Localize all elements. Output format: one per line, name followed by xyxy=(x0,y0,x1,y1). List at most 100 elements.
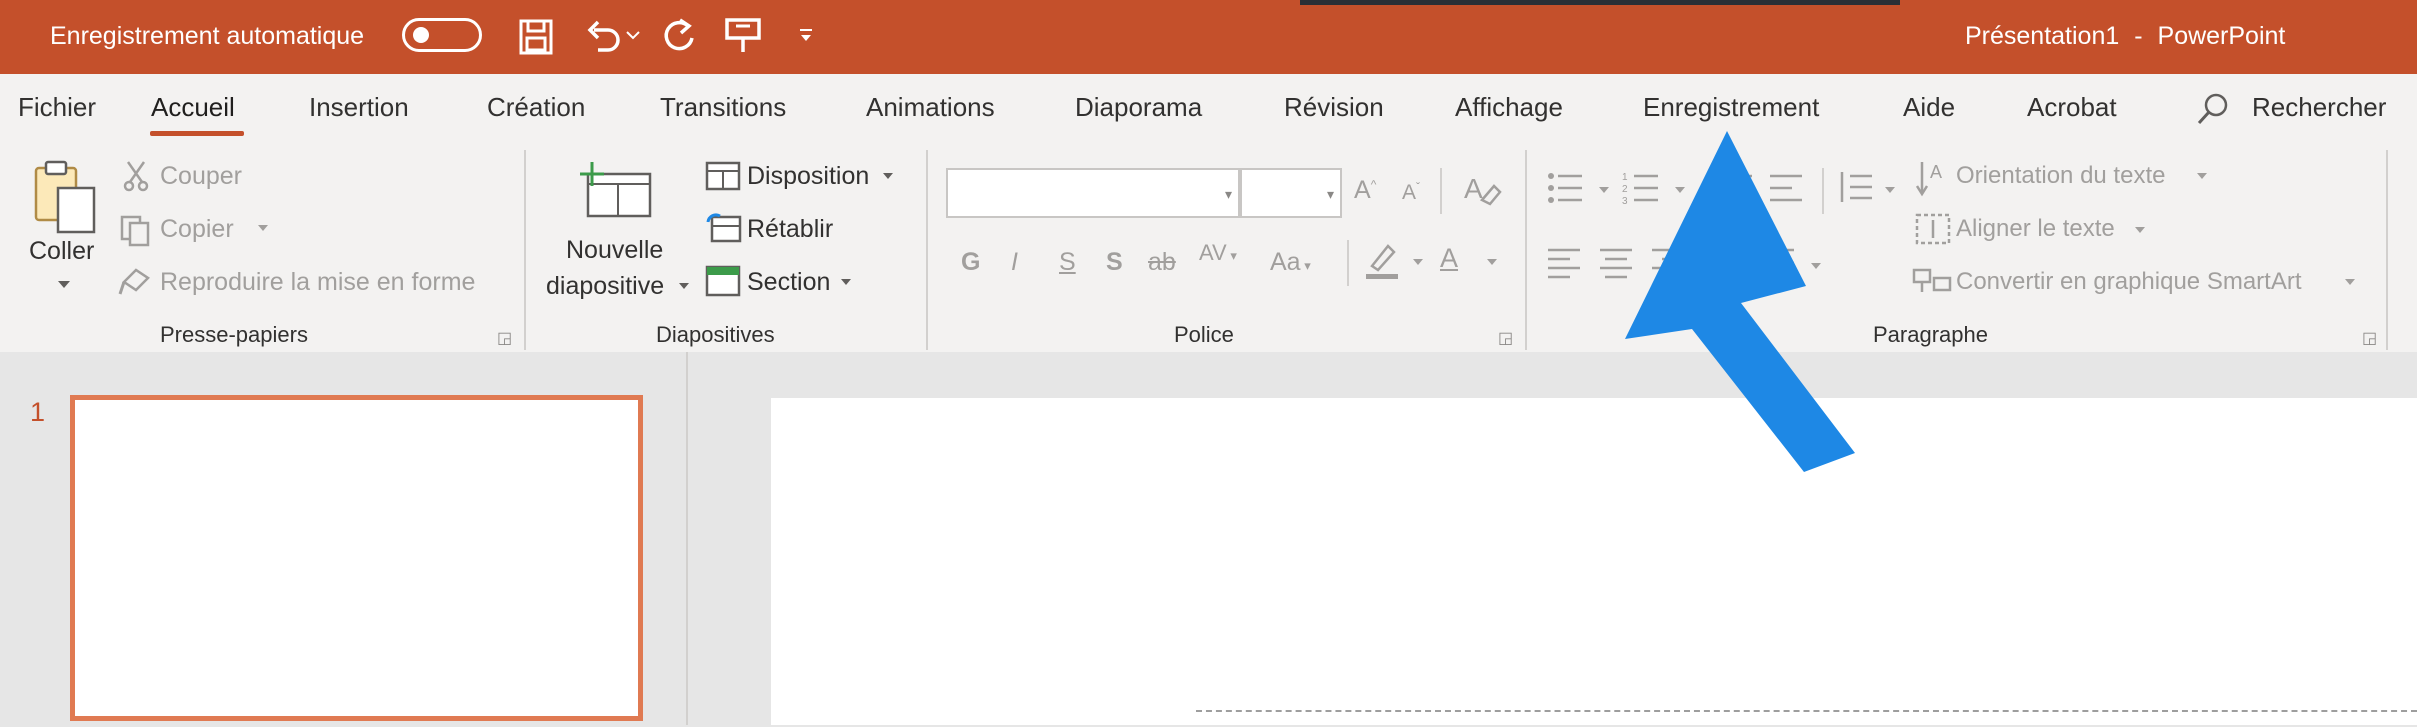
bold-button[interactable]: G xyxy=(961,248,980,277)
section-icon[interactable] xyxy=(704,264,742,298)
shrink-font-button[interactable]: Aˇ xyxy=(1402,180,1420,205)
tab-insertion[interactable]: Insertion xyxy=(309,92,409,123)
bullets-icon[interactable] xyxy=(1546,170,1586,206)
grow-font-button[interactable]: A^ xyxy=(1354,176,1376,205)
layout-icon[interactable] xyxy=(704,160,742,192)
cut-label[interactable]: Couper xyxy=(160,162,242,191)
redo-icon[interactable] xyxy=(660,16,700,56)
autosave-toggle[interactable] xyxy=(402,18,482,52)
char-spacing-button[interactable]: AV ▾ xyxy=(1199,240,1237,266)
document-title: Présentation1 xyxy=(1965,22,2120,50)
search-icon[interactable] xyxy=(2196,92,2230,126)
section-dropdown-icon[interactable] xyxy=(840,278,852,286)
tab-affichage[interactable]: Affichage xyxy=(1455,92,1563,123)
paste-icon[interactable] xyxy=(30,158,102,240)
reset-label[interactable]: Rétablir xyxy=(747,215,833,244)
current-slide[interactable] xyxy=(771,398,2417,725)
clipboard-launcher-icon[interactable]: ◲ xyxy=(497,328,512,348)
tab-revision[interactable]: Révision xyxy=(1284,92,1384,123)
svg-text:A: A xyxy=(1464,173,1483,204)
highlight-icon[interactable] xyxy=(1362,240,1402,280)
chevron-down-icon: ▾ xyxy=(1326,186,1334,202)
format-painter-icon[interactable] xyxy=(118,264,154,298)
new-slide-icon[interactable] xyxy=(578,160,654,218)
customize-icon[interactable] xyxy=(798,28,814,44)
align-text-icon[interactable] xyxy=(1914,212,1952,248)
group-label-slides: Diapositives xyxy=(656,322,775,347)
group-label-font: Police xyxy=(1174,322,1234,347)
italic-button[interactable]: I xyxy=(1011,248,1018,277)
font-launcher-icon[interactable]: ◲ xyxy=(1498,328,1513,348)
align-text-dropdown-icon[interactable] xyxy=(2134,226,2146,234)
layout-dropdown-icon[interactable] xyxy=(882,172,894,180)
tab-creation[interactable]: Création xyxy=(487,92,585,123)
title-bar: Enregistrement automatique Présentation1… xyxy=(0,0,2417,74)
save-icon[interactable] xyxy=(518,18,554,56)
grow-font-label: A xyxy=(1354,176,1371,204)
strikethrough-button[interactable]: ab xyxy=(1148,248,1176,277)
highlight-dropdown-icon[interactable] xyxy=(1412,258,1424,266)
tab-animations[interactable]: Animations xyxy=(866,92,995,123)
char-spacing-label: AV xyxy=(1199,240,1227,265)
font-name-combo[interactable]: ▾ xyxy=(946,168,1240,218)
format-painter-label[interactable]: Reproduire la mise en forme xyxy=(160,268,475,297)
tab-aide[interactable]: Aide xyxy=(1903,92,1955,123)
font-color-dropdown-icon[interactable] xyxy=(1486,258,1498,266)
autosave-label: Enregistrement automatique xyxy=(50,22,365,50)
copy-dropdown-icon[interactable] xyxy=(257,224,269,232)
smartart-dropdown-icon[interactable] xyxy=(2344,278,2356,286)
copy-label[interactable]: Copier xyxy=(160,215,234,244)
layout-label[interactable]: Disposition xyxy=(747,162,869,191)
window-edge-strip xyxy=(1300,0,1900,5)
tab-diaporama[interactable]: Diaporama xyxy=(1075,92,1202,123)
search-label[interactable]: Rechercher xyxy=(2252,92,2386,123)
smartart-icon[interactable] xyxy=(1912,266,1954,298)
undo-dropdown-icon[interactable] xyxy=(626,30,640,40)
paste-label[interactable]: Coller xyxy=(29,237,94,266)
text-direction-icon[interactable]: A xyxy=(1916,158,1952,198)
title-separator: - xyxy=(2134,22,2143,50)
group-separator xyxy=(1525,150,1527,350)
shadow-button[interactable]: S xyxy=(1106,248,1123,277)
group-label-clipboard: Presse-papiers xyxy=(160,322,308,347)
toggle-knob xyxy=(413,27,429,43)
present-icon[interactable] xyxy=(724,16,762,56)
slide-thumbnail[interactable] xyxy=(70,395,643,721)
font-color-button[interactable]: A xyxy=(1440,243,1458,274)
app-name: PowerPoint xyxy=(2157,22,2286,50)
new-slide-label-line2[interactable]: diapositive xyxy=(546,272,664,301)
group-separator xyxy=(524,150,526,350)
paste-dropdown-icon[interactable] xyxy=(57,280,71,290)
slide-number: 1 xyxy=(30,397,46,427)
group-separator xyxy=(2386,150,2388,350)
tab-fichier[interactable]: Fichier xyxy=(18,92,96,123)
cut-icon[interactable] xyxy=(122,160,150,192)
text-direction-label[interactable]: Orientation du texte xyxy=(1956,162,2165,190)
tab-transitions[interactable]: Transitions xyxy=(660,92,786,123)
undo-icon[interactable] xyxy=(584,16,624,56)
new-slide-dropdown-icon[interactable] xyxy=(678,282,690,290)
change-case-label: Aa xyxy=(1270,248,1301,276)
tab-enregistrement[interactable]: Enregistrement xyxy=(1643,92,1819,123)
clear-formatting-icon[interactable]: A xyxy=(1462,170,1502,210)
section-label[interactable]: Section xyxy=(747,268,830,297)
shrink-font-label: A xyxy=(1402,181,1417,204)
active-tab-indicator xyxy=(150,131,244,136)
smartart-label[interactable]: Convertir en graphique SmartArt xyxy=(1956,268,2302,296)
reset-icon[interactable] xyxy=(704,212,742,244)
paragraph-launcher-icon[interactable]: ◲ xyxy=(2362,328,2377,348)
svg-text:A: A xyxy=(1930,162,1942,182)
underline-button[interactable]: S xyxy=(1059,248,1076,277)
group-separator xyxy=(926,150,928,350)
text-placeholder[interactable] xyxy=(1196,710,2417,727)
tab-acrobat[interactable]: Acrobat xyxy=(2027,92,2117,123)
align-text-label[interactable]: Aligner le texte xyxy=(1956,215,2115,243)
change-case-button[interactable]: Aa ▾ xyxy=(1270,248,1311,277)
align-left-icon[interactable] xyxy=(1546,246,1582,280)
new-slide-label-line1[interactable]: Nouvelle xyxy=(566,236,663,265)
chevron-down-icon: ▾ xyxy=(1224,186,1232,202)
copy-icon[interactable] xyxy=(118,213,154,247)
tab-accueil[interactable]: Accueil xyxy=(151,92,235,123)
text-direction-dropdown-icon[interactable] xyxy=(2196,172,2208,180)
font-size-combo[interactable]: ▾ xyxy=(1240,168,1342,218)
